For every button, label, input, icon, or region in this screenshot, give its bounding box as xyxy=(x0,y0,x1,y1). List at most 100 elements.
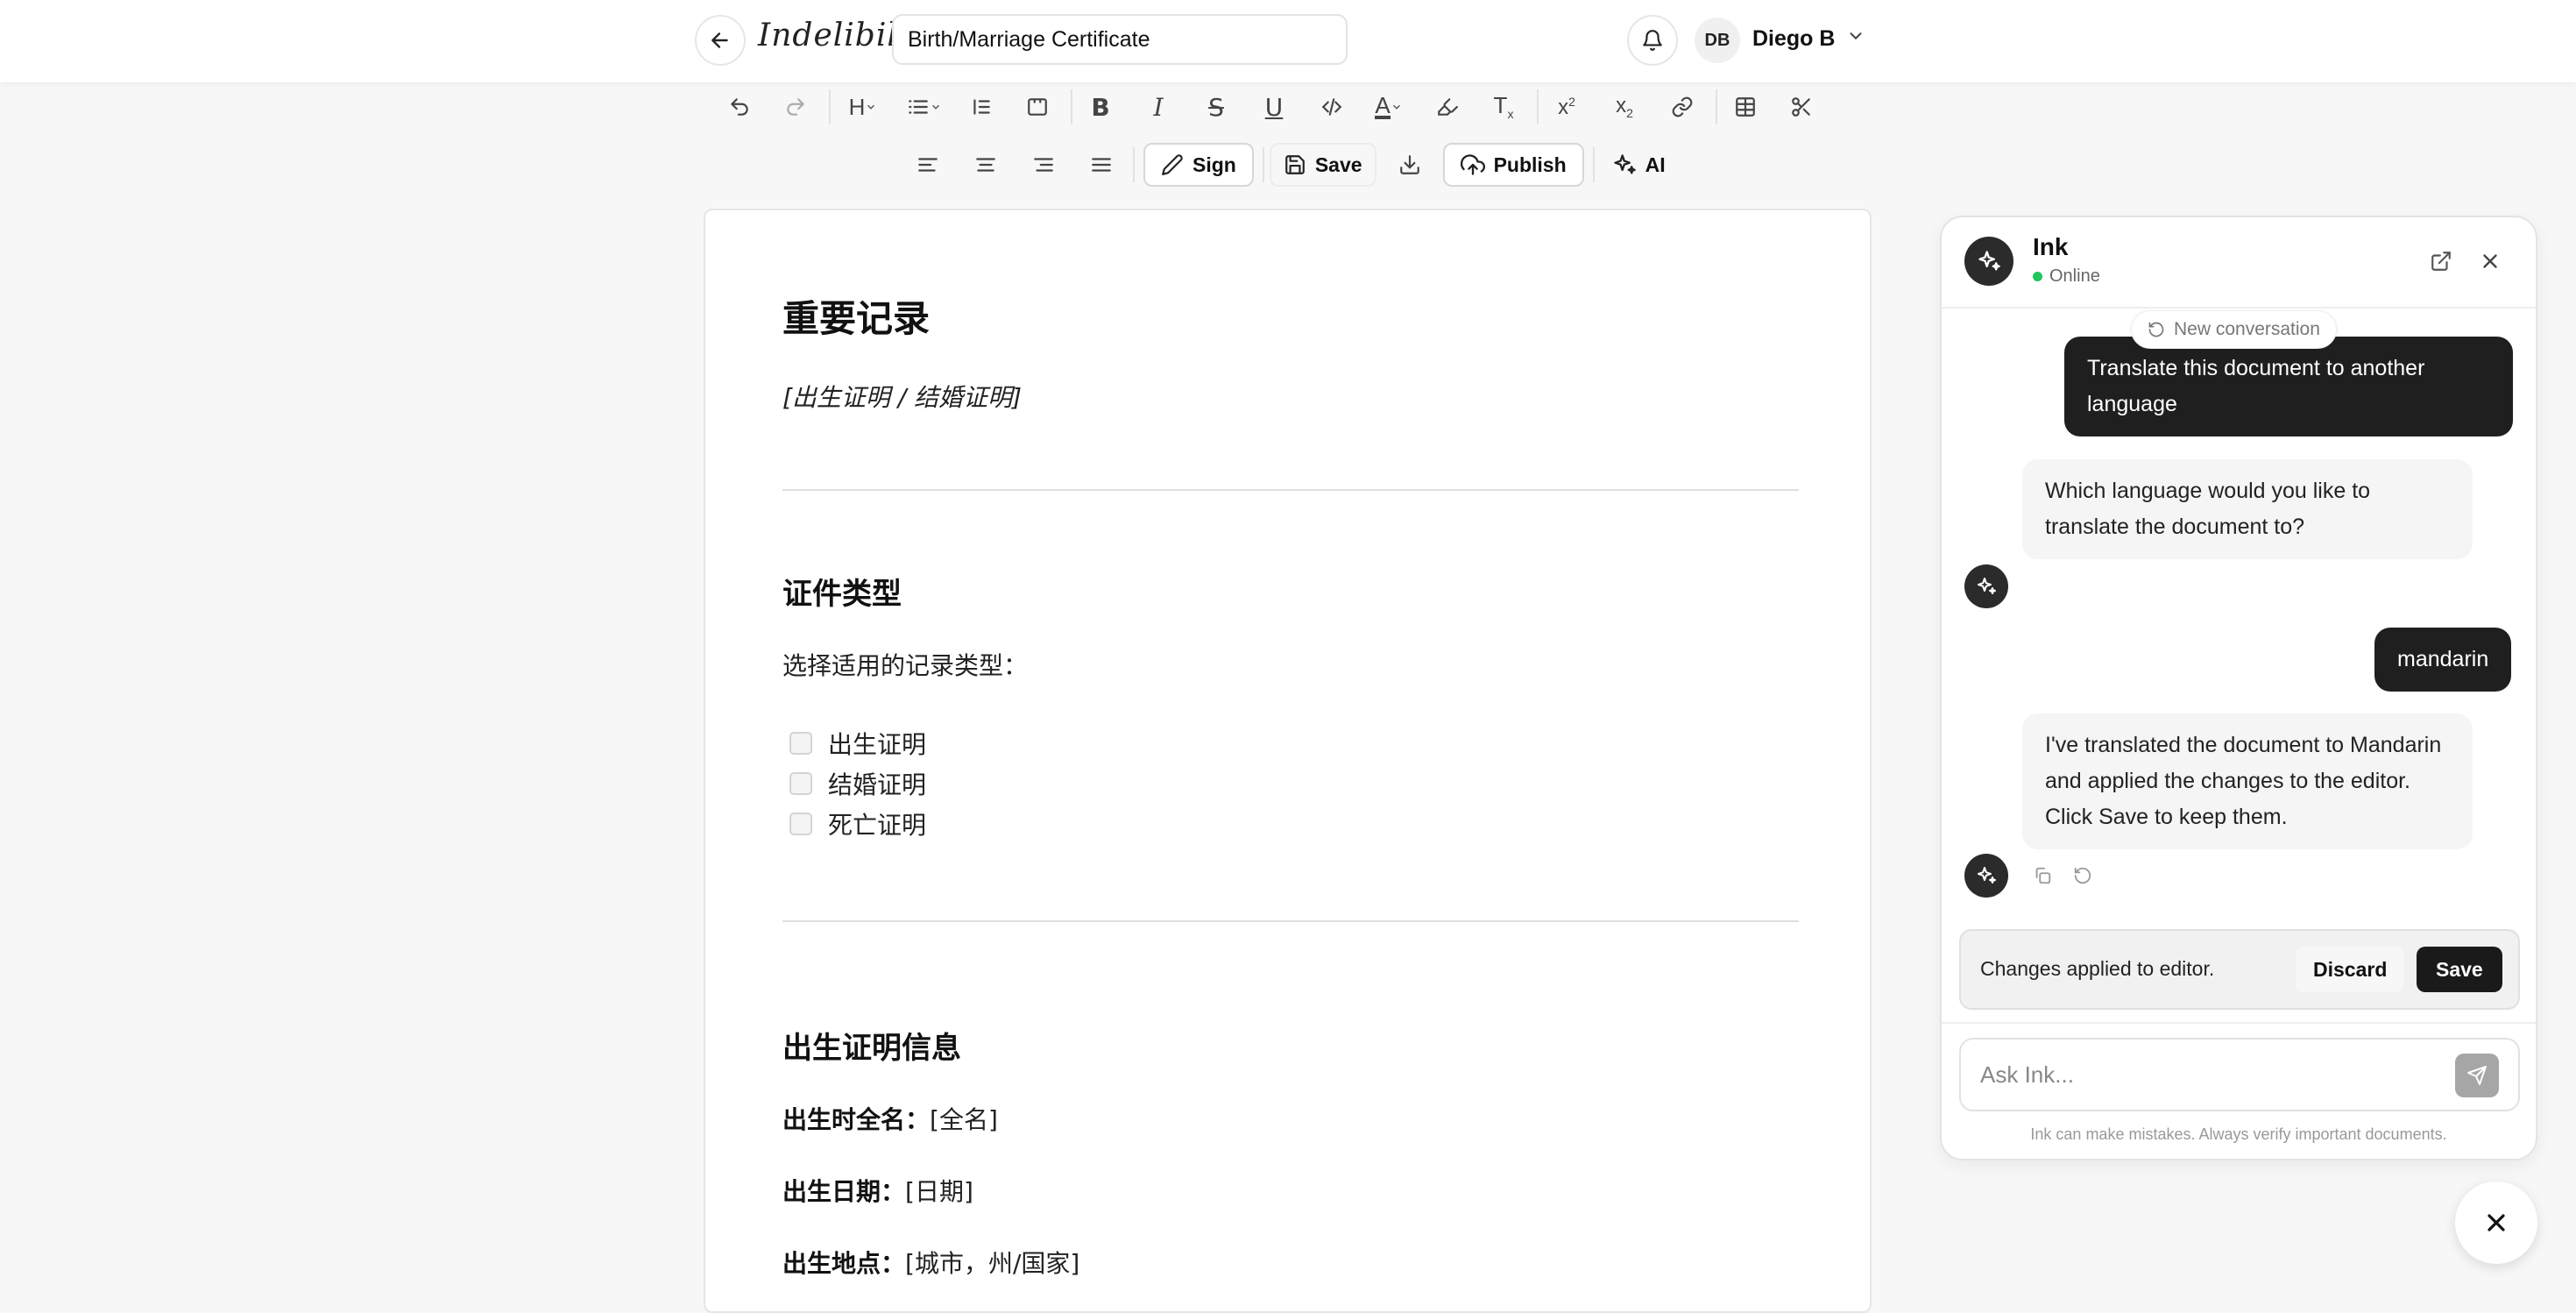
underline-button[interactable]: U xyxy=(1251,84,1297,130)
blockquote-button[interactable] xyxy=(959,84,1004,130)
close-assistant-fab[interactable] xyxy=(2455,1182,2537,1264)
user-name[interactable]: Diego B xyxy=(1752,26,1835,52)
changes-text: Changes applied to editor. xyxy=(1980,957,2215,980)
checkbox-marriage[interactable]: 结婚证明 xyxy=(789,766,926,801)
section-heading-type: 证件类型 xyxy=(782,577,902,612)
sparkles-icon xyxy=(1613,154,1636,174)
code-block-button[interactable] xyxy=(1015,84,1060,130)
strikethrough-button[interactable]: S xyxy=(1193,84,1239,130)
cut-button[interactable] xyxy=(1779,84,1824,130)
user-avatar[interactable]: DB xyxy=(1695,18,1740,63)
document-page[interactable]: 重要记录 [出生证明 / 结婚证明] 证件类型 选择适用的记录类型： 出生证明 … xyxy=(704,209,1872,1313)
divider xyxy=(782,920,1799,922)
download-button[interactable] xyxy=(1387,142,1433,188)
inline-code-button[interactable] xyxy=(1309,84,1355,130)
field-birth-place: 出生地点：[城市，州/国家] xyxy=(782,1245,1079,1280)
close-icon xyxy=(2488,1214,2505,1231)
pen-icon xyxy=(1162,154,1183,175)
ink-avatar xyxy=(1964,854,2008,898)
align-right-button[interactable] xyxy=(1021,142,1066,188)
assistant-message: I've translated the document to Mandarin… xyxy=(2022,713,2473,849)
clear-format-button[interactable]: Tx xyxy=(1481,84,1526,130)
checkbox-box[interactable] xyxy=(789,813,812,835)
external-link-icon xyxy=(2431,252,2451,271)
save-changes-button[interactable]: Save xyxy=(2417,947,2502,992)
blockquote-icon xyxy=(973,99,990,115)
ai-button[interactable]: AI xyxy=(1600,143,1678,187)
align-center-icon xyxy=(976,158,995,172)
new-conversation-label: New conversation xyxy=(2174,319,2320,339)
publish-button[interactable]: Publish xyxy=(1442,143,1584,187)
divider xyxy=(1942,1022,2536,1024)
ink-avatar xyxy=(1964,564,2008,608)
table-button[interactable] xyxy=(1723,84,1768,130)
checkbox-box[interactable] xyxy=(789,772,812,795)
redo-icon xyxy=(787,98,804,116)
heading-dropdown[interactable]: H xyxy=(836,84,890,130)
new-conversation-button[interactable]: New conversation xyxy=(2131,310,2337,349)
copy-message-button[interactable] xyxy=(2029,862,2056,889)
cloud-upload-icon xyxy=(1460,154,1485,175)
download-icon xyxy=(1399,155,1419,174)
subscript-button[interactable]: x2 xyxy=(1602,84,1647,130)
checkbox-box[interactable] xyxy=(789,732,812,755)
format-toolbar: H B I S U A Tx x2 x2 xyxy=(717,84,1824,130)
list-dropdown[interactable] xyxy=(897,84,952,130)
link-icon xyxy=(1672,96,1693,117)
align-left-button[interactable] xyxy=(905,142,951,188)
send-icon xyxy=(2467,1066,2487,1085)
notifications-button[interactable] xyxy=(1627,15,1678,66)
code-icon xyxy=(1321,98,1342,116)
redo-button[interactable] xyxy=(773,84,818,130)
text-color-dropdown[interactable]: A xyxy=(1362,84,1416,130)
italic-button[interactable]: I xyxy=(1136,84,1181,130)
popout-button[interactable] xyxy=(2424,244,2459,279)
section-heading-birth: 出生证明信息 xyxy=(782,1031,961,1066)
text-color-icon: A xyxy=(1375,92,1391,119)
top-bar: Indelibile. DB Diego B xyxy=(0,0,2576,82)
field-label: 出生日期： xyxy=(782,1177,906,1206)
ask-ink-input[interactable] xyxy=(1959,1038,2520,1111)
list-icon xyxy=(909,100,928,114)
sparkles-icon xyxy=(1978,867,1996,884)
refresh-icon xyxy=(2074,867,2091,884)
checkbox-birth[interactable]: 出生证明 xyxy=(789,726,926,761)
checkbox-death[interactable]: 死亡证明 xyxy=(789,806,926,841)
save-toolbar-button[interactable]: Save xyxy=(1269,143,1376,187)
save-icon xyxy=(1285,155,1305,174)
field-label: 出生时全名： xyxy=(782,1105,931,1134)
chat-header: Ink Online xyxy=(1942,217,2536,309)
bold-button[interactable]: B xyxy=(1078,84,1123,130)
align-right-icon xyxy=(1034,158,1053,172)
sign-button[interactable]: Sign xyxy=(1143,143,1254,187)
sparkles-icon xyxy=(1978,251,2000,271)
link-button[interactable] xyxy=(1660,84,1705,130)
strikethrough-icon: S xyxy=(1208,92,1224,122)
chevron-down-icon xyxy=(867,104,875,110)
chevron-down-icon[interactable] xyxy=(1846,26,1865,46)
code-block-icon xyxy=(1028,98,1047,116)
action-toolbar: Sign Save Publish AI xyxy=(905,142,1678,188)
sign-label: Sign xyxy=(1192,153,1236,176)
align-justify-button[interactable] xyxy=(1079,142,1124,188)
sparkles-icon xyxy=(1978,578,1996,594)
highlight-button[interactable] xyxy=(1425,84,1470,130)
online-dot xyxy=(2033,272,2042,281)
back-button[interactable] xyxy=(695,15,746,66)
italic-icon: I xyxy=(1153,92,1164,122)
superscript-icon: x2 xyxy=(1558,94,1575,119)
document-title-input[interactable] xyxy=(892,14,1348,65)
chevron-down-icon xyxy=(1392,104,1400,110)
publish-label: Publish xyxy=(1493,153,1567,176)
regenerate-button[interactable] xyxy=(2070,862,2096,889)
undo-icon xyxy=(731,98,748,116)
close-chat-button[interactable] xyxy=(2473,244,2508,279)
bell-icon xyxy=(1643,30,1662,51)
discard-button[interactable]: Discard xyxy=(2296,947,2405,992)
align-center-button[interactable] xyxy=(963,142,1008,188)
superscript-button[interactable]: x2 xyxy=(1544,84,1589,130)
undo-button[interactable] xyxy=(717,84,762,130)
document-heading: 重要记录 xyxy=(782,297,931,340)
send-button[interactable] xyxy=(2455,1054,2499,1097)
divider xyxy=(782,489,1799,491)
